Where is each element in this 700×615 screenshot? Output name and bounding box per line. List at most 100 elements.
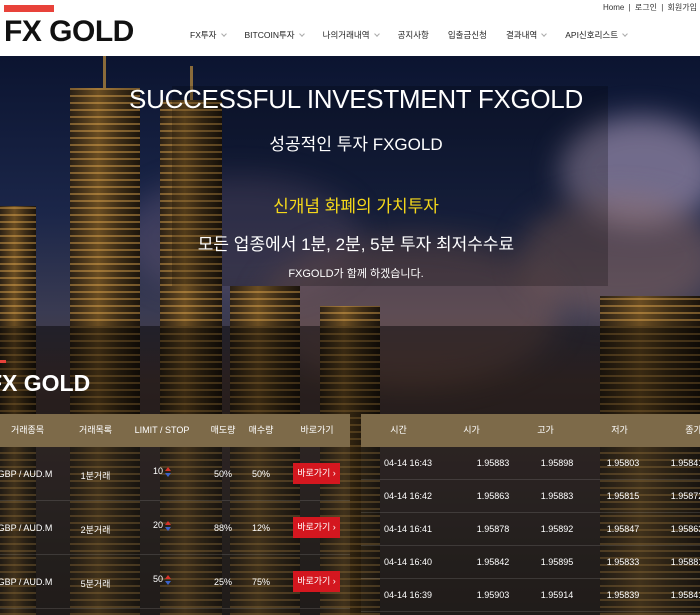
- nav-item-results[interactable]: 결과내역: [506, 29, 548, 41]
- close-cell: 1.95881: [670, 557, 700, 567]
- go-button[interactable]: 바로가기 ›: [293, 571, 340, 592]
- site-header: FX GOLD Home | 로그인 | 회원가입 FX투자 BITCOIN투자…: [0, 0, 700, 56]
- time-cell: 04-14 16:40: [383, 557, 433, 567]
- logo-accent-bar: [4, 5, 54, 12]
- price-history-table: 시간 시가 고가 저가 종가 04-14 16:43 1.95883 1.958…: [361, 414, 700, 615]
- low-cell: 1.95839: [606, 590, 640, 600]
- table-row: GBP / AUD.M 5분거래 50 25% 75% 바로가기 ›: [0, 555, 350, 609]
- column-header: 시가: [463, 425, 480, 435]
- table-header: 시간 시가 고가 저가 종가: [361, 414, 700, 447]
- hero-banner: SUCCESSFUL INVESTMENT FXGOLD 성공적인 투자 FXG…: [0, 56, 700, 615]
- high-cell: 1.95892: [540, 524, 574, 534]
- main-nav: FX투자 BITCOIN투자 나의거래내역 공지사항 입출금신청 결과내역 AP…: [190, 29, 646, 41]
- list-cell: 5분거래: [80, 579, 111, 589]
- hero-title: SUCCESSFUL INVESTMENT FXGOLD: [129, 84, 583, 114]
- table-row: 04-14 16:39 1.95903 1.95914 1.95839 1.95…: [361, 579, 700, 612]
- hero-line: 모든 업종에서 1분, 2분, 5분 투자 최저수수료: [197, 235, 515, 254]
- chevron-down-icon: [220, 30, 227, 37]
- chevron-down-icon: [298, 30, 305, 37]
- column-header: 매도량: [210, 425, 236, 435]
- close-cell: 1.95863: [670, 524, 700, 534]
- go-button[interactable]: 바로가기 ›: [293, 463, 340, 484]
- table-row: 04-14 16:42 1.95863 1.95883 1.95815 1.95…: [361, 480, 700, 513]
- table-row: GBP / AUD.M 2분거래 20 88% 12% 바로가기 ›: [0, 501, 350, 555]
- hero-text-box: [172, 86, 608, 286]
- sell-cell: 25%: [213, 577, 232, 587]
- list-cell: 2분거래: [80, 525, 111, 535]
- table-row: 04-14 16:41 1.95878 1.95892 1.95847 1.95…: [361, 513, 700, 546]
- buy-cell: 12%: [251, 523, 270, 533]
- close-cell: 1.95872: [670, 491, 700, 501]
- open-cell: 1.95878: [476, 524, 510, 534]
- chevron-down-icon: [541, 30, 548, 37]
- column-header: 저가: [611, 425, 628, 435]
- nav-item-api-signals[interactable]: API신호리스트: [565, 29, 628, 41]
- login-link[interactable]: 로그인: [635, 3, 657, 12]
- logo-accent-bar: [0, 360, 6, 363]
- trading-table: 거래종목 거래목록 LIMIT / STOP 매도량 매수량 바로가기 GBP …: [0, 414, 350, 615]
- open-cell: 1.95863: [476, 491, 510, 501]
- symbol-cell: GBP / AUD.M: [0, 577, 53, 587]
- open-cell: 1.95883: [476, 458, 510, 468]
- link-separator: |: [661, 3, 664, 12]
- nav-item-fx[interactable]: FX투자: [190, 29, 227, 41]
- column-header: 바로가기: [300, 425, 334, 435]
- table-row: 04-14 16:40 1.95842 1.95895 1.95833 1.95…: [361, 546, 700, 579]
- close-cell: 1.95841: [670, 590, 700, 600]
- column-header: LIMIT / STOP: [134, 425, 190, 435]
- chevron-down-icon: [622, 30, 628, 37]
- time-cell: 04-14 16:42: [383, 491, 433, 501]
- time-cell: 04-14 16:41: [383, 524, 433, 534]
- open-cell: 1.95903: [476, 590, 510, 600]
- nav-item-history[interactable]: 나의거래내역: [323, 29, 380, 41]
- column-header: 거래종목: [10, 425, 45, 435]
- limit-cell: 10: [140, 466, 184, 477]
- high-cell: 1.95883: [540, 491, 574, 501]
- sell-cell: 88%: [213, 523, 232, 533]
- section-logo: FX GOLD: [0, 370, 91, 396]
- table-header: 거래종목 거래목록 LIMIT / STOP 매도량 매수량 바로가기: [0, 414, 350, 447]
- up-down-stepper-icon[interactable]: [165, 466, 171, 477]
- column-header: 매수량: [248, 425, 274, 435]
- low-cell: 1.95803: [606, 458, 640, 468]
- chevron-down-icon: [373, 30, 380, 37]
- go-button[interactable]: 바로가기 ›: [293, 517, 340, 538]
- signup-link[interactable]: 회원가입: [668, 3, 697, 12]
- table-row: GBP / AUD.M 1분거래 10 50% 50% 바로가기 ›: [0, 447, 350, 501]
- column-header: 종가: [685, 425, 700, 435]
- table-row: 04-14 16:43 1.95883 1.95898 1.95803 1.95…: [361, 447, 700, 480]
- up-down-stepper-icon[interactable]: [165, 574, 171, 585]
- hero-highlight: 신개념 화폐의 가치투자: [273, 197, 439, 216]
- symbol-cell: GBP / AUD.M: [0, 469, 53, 479]
- column-header: 시간: [390, 425, 407, 435]
- nav-item-deposit[interactable]: 입출금신청: [448, 29, 487, 41]
- time-cell: 04-14 16:43: [383, 458, 433, 468]
- hero-subtitle: 성공적인 투자 FXGOLD: [269, 135, 443, 154]
- high-cell: 1.95914: [540, 590, 574, 600]
- column-header: 거래목록: [78, 425, 113, 435]
- symbol-cell: GBP / AUD.M: [0, 523, 53, 533]
- low-cell: 1.95815: [606, 491, 640, 501]
- open-cell: 1.95842: [476, 557, 510, 567]
- high-cell: 1.95895: [540, 557, 574, 567]
- link-separator: |: [628, 3, 631, 12]
- nav-item-bitcoin[interactable]: BITCOIN투자: [245, 29, 305, 41]
- time-cell: 04-14 16:39: [383, 590, 433, 600]
- low-cell: 1.95833: [606, 557, 640, 567]
- site-logo[interactable]: FX GOLD: [4, 15, 134, 49]
- list-cell: 1분거래: [80, 471, 111, 481]
- buy-cell: 75%: [251, 577, 270, 587]
- nav-item-notice[interactable]: 공지사항: [398, 29, 429, 41]
- up-down-stepper-icon[interactable]: [165, 520, 171, 531]
- hero-small-text: FXGOLD가 함께 하겠습니다.: [288, 268, 424, 280]
- home-link[interactable]: Home: [603, 3, 624, 12]
- buy-cell: 50%: [251, 469, 270, 479]
- close-cell: 1.95841: [670, 458, 700, 468]
- limit-cell: 20: [140, 520, 184, 531]
- low-cell: 1.95847: [606, 524, 640, 534]
- high-cell: 1.95898: [540, 458, 574, 468]
- top-links: Home | 로그인 | 회원가입: [601, 2, 697, 13]
- limit-cell: 50: [140, 574, 184, 585]
- sell-cell: 50%: [213, 469, 232, 479]
- column-header: 고가: [537, 425, 554, 435]
